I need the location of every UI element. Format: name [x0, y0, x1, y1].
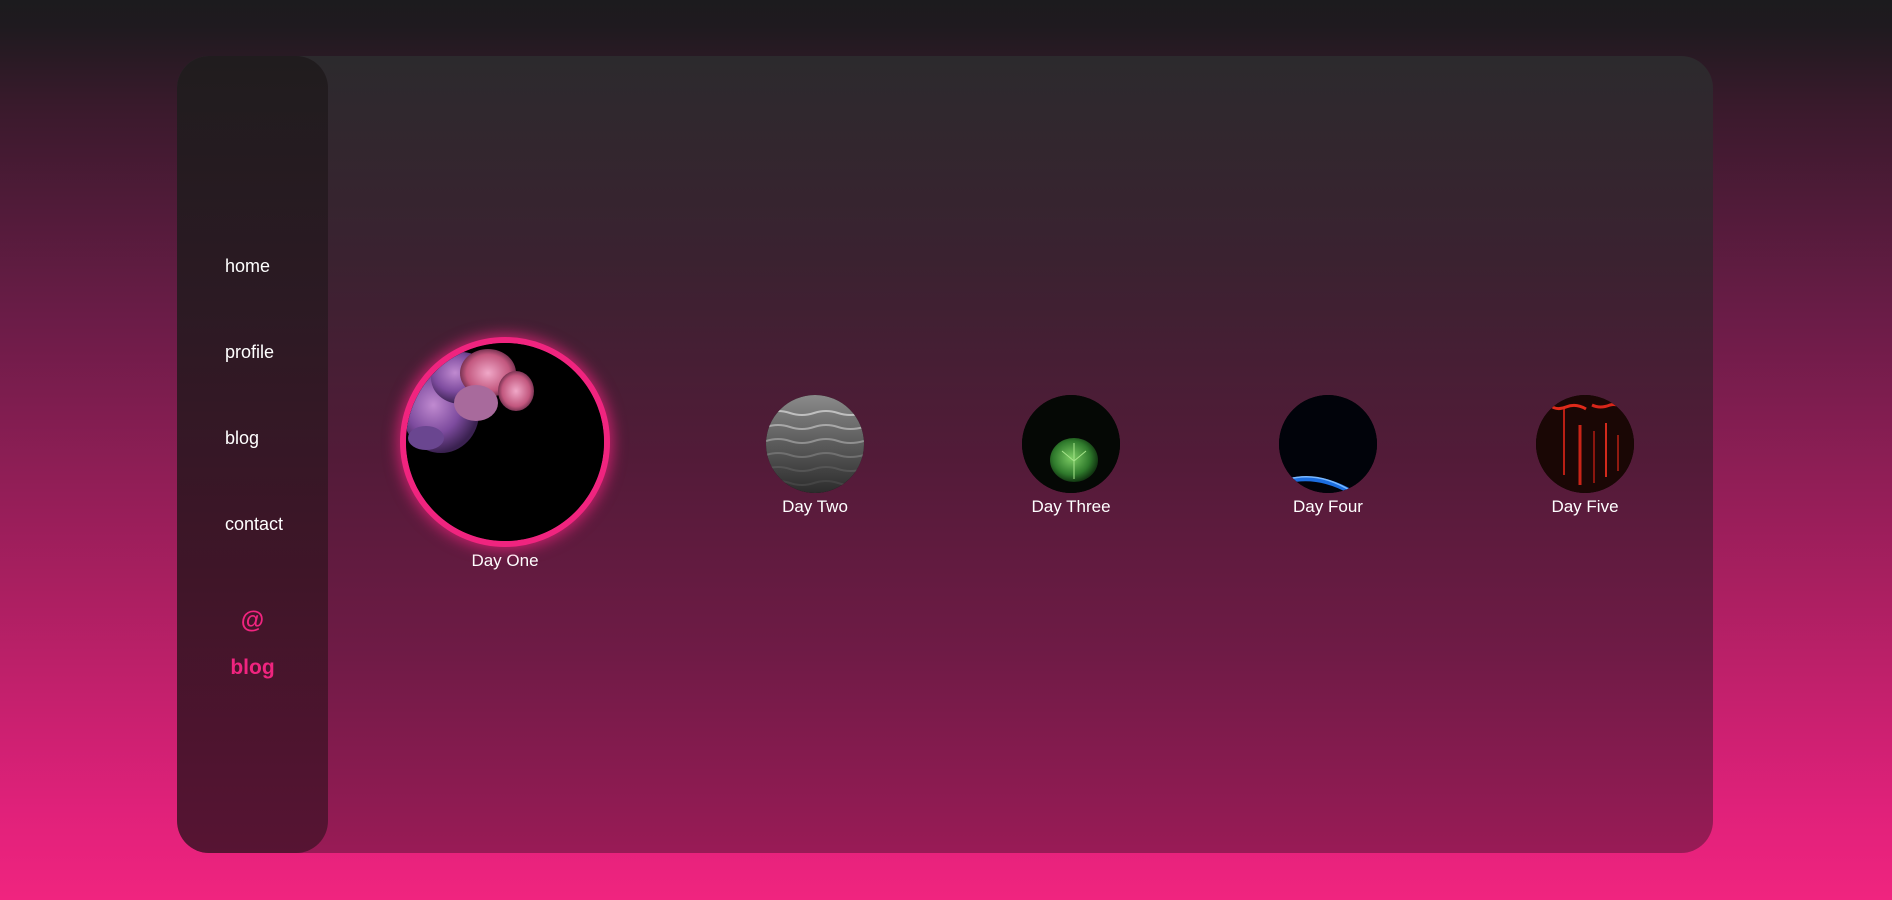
- story-label: Day Three: [1031, 497, 1111, 516]
- nav-home-link[interactable]: home: [225, 256, 270, 277]
- story-thumbnail-leaf: [1022, 395, 1120, 493]
- story-thumbnail-red-lights: [1536, 395, 1634, 493]
- story-label: Day Two: [782, 497, 848, 516]
- red-lights-image: [1536, 395, 1634, 493]
- story-label: Day Four: [1293, 497, 1363, 516]
- smoke-image: [406, 343, 604, 541]
- brand-logo-text: blog: [230, 656, 275, 679]
- water-image: [766, 395, 864, 493]
- sidebar: home profile blog contact @ blog: [177, 56, 328, 853]
- story-label: Day Five: [1551, 497, 1619, 516]
- story-day-four[interactable]: Day Four: [1279, 395, 1377, 517]
- story-thumbnail-water: [766, 395, 864, 493]
- story-day-three[interactable]: Day Three: [1022, 395, 1120, 517]
- nav-blog-link[interactable]: blog: [225, 428, 259, 449]
- story-day-five[interactable]: Day Five: [1536, 395, 1634, 517]
- story-day-one[interactable]: Day One: [400, 337, 610, 571]
- leaf-image: [1022, 395, 1120, 493]
- brand-at-symbol: @: [240, 607, 265, 634]
- blue-light-image: [1279, 395, 1377, 493]
- story-day-two[interactable]: Day Two: [766, 395, 864, 517]
- story-thumbnail-blue-light: [1279, 395, 1377, 493]
- main-card: home profile blog contact @ blog Day One…: [177, 56, 1713, 853]
- nav-contact-link[interactable]: contact: [225, 514, 283, 535]
- nav-profile-link[interactable]: profile: [225, 342, 274, 363]
- story-label: Day One: [471, 551, 539, 570]
- story-thumbnail-smoke: [400, 337, 610, 547]
